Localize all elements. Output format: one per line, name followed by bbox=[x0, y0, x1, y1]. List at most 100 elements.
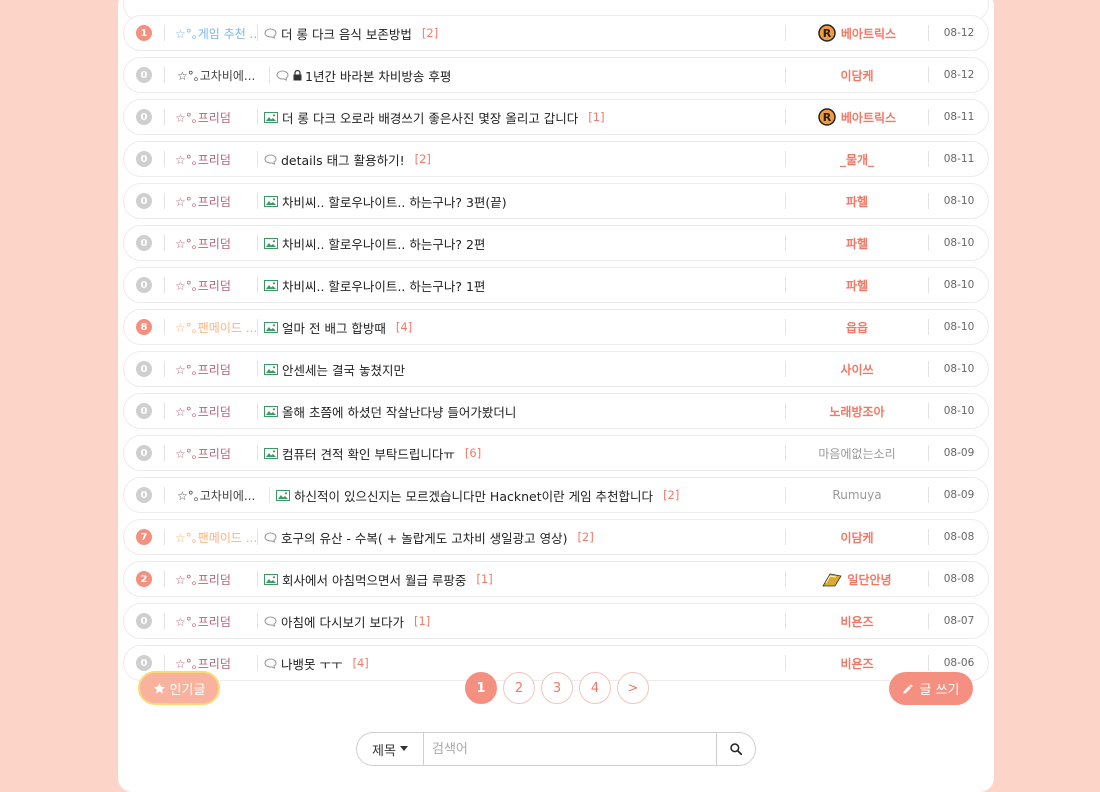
post-author[interactable]: 비욘즈 bbox=[786, 655, 928, 672]
post-author[interactable]: 사이쓰 bbox=[786, 361, 928, 378]
post-category[interactable]: ☆°｡프리덤 bbox=[175, 109, 257, 126]
divider bbox=[164, 151, 165, 167]
divider bbox=[164, 403, 165, 419]
divider bbox=[928, 571, 929, 587]
table-row[interactable]: 0 ☆°｡고차비에... 하신적이 있으신지는 모르겠습니다만 Hacknet이란 … bbox=[123, 477, 989, 513]
post-category[interactable]: ☆°｡프리덤 bbox=[175, 571, 257, 588]
page-button[interactable]: 2 bbox=[503, 672, 535, 704]
table-row[interactable]: 1 ☆°｡게임 추천 ... 더 롱 다크 음식 보존방법 [2] R 베아트릭스 08-1… bbox=[123, 15, 989, 51]
table-row[interactable]: 0 ☆°｡고차비에... 1년간 바라본 차비방송 후평 이담케 08-12 bbox=[123, 57, 989, 93]
post-author[interactable]: 이담케 bbox=[786, 67, 928, 84]
divider bbox=[257, 571, 258, 587]
popular-button[interactable]: 인기글 bbox=[138, 671, 220, 705]
post-author[interactable]: R 베아트릭스 bbox=[786, 108, 928, 126]
post-author[interactable]: 마음에없는소리 bbox=[786, 445, 928, 462]
divider bbox=[164, 361, 165, 377]
view-count-badge: 0 bbox=[136, 193, 152, 209]
post-author[interactable]: 노래방조아 bbox=[786, 403, 928, 420]
post-category[interactable]: ☆°｡팬메이드 ... bbox=[175, 529, 257, 546]
table-row[interactable]: 0 ☆°｡프리덤 차비씨.. 할로우나이트.. 하는구나? 3편(끝) 파헬 08-10 bbox=[123, 183, 989, 219]
page-button[interactable]: 1 bbox=[465, 672, 497, 704]
post-category[interactable]: ☆°｡프리덤 bbox=[175, 361, 257, 378]
post-title: 차비씨.. 할로우나이트.. 하는구나? 3편(끝) bbox=[282, 194, 507, 210]
page-button[interactable]: 4 bbox=[579, 672, 611, 704]
post-category[interactable]: ☆°｡프리덤 bbox=[175, 193, 257, 210]
post-date: 08-10 bbox=[943, 405, 975, 417]
post-title: 차비씨.. 할로우나이트.. 하는구나? 1편 bbox=[282, 278, 486, 294]
divider bbox=[928, 529, 929, 545]
author-name: 파헬 bbox=[845, 194, 869, 209]
view-count-badge: 1 bbox=[136, 25, 152, 41]
pencil-icon bbox=[903, 684, 913, 693]
post-category[interactable]: ☆°｡게임 추천 ... bbox=[175, 25, 257, 42]
author-name: 파헬 bbox=[845, 236, 869, 251]
post-date: 08-08 bbox=[943, 573, 975, 585]
table-row[interactable]: 7 ☆°｡팬메이드 ... 호구의 유산 - 수복( + 놀랍게도 고차비 생일광고… bbox=[123, 519, 989, 555]
search-field-select[interactable]: 제목 bbox=[357, 733, 424, 765]
post-author[interactable]: 파헬 bbox=[786, 235, 928, 252]
post-category[interactable]: ☆°｡프리덤 bbox=[175, 277, 257, 294]
level-badge-icon: R bbox=[818, 108, 836, 126]
post-author[interactable]: 이담케 bbox=[786, 529, 928, 546]
table-row[interactable]: 2 ☆°｡프리덤 회사에서 아침먹으면서 월급 루팡중 [1] 일단안녕 08-08 bbox=[123, 561, 989, 597]
next-page-button[interactable]: > bbox=[617, 672, 649, 704]
divider bbox=[928, 67, 929, 83]
table-row[interactable]: 8 ☆°｡팬메이드 ... 얼마 전 배그 합방때 [4] 읍읍 08-10 bbox=[123, 309, 989, 345]
table-row[interactable]: 0 ☆°｡프리덤 올해 초쯤에 하셨던 작살난다냥 들어가봤더니 노래방조아 08-10 bbox=[123, 393, 989, 429]
post-date: 08-10 bbox=[943, 363, 975, 375]
post-author[interactable]: 파헬 bbox=[786, 193, 928, 210]
divider bbox=[257, 445, 258, 461]
image-icon bbox=[264, 363, 278, 375]
post-author[interactable]: 읍읍 bbox=[786, 319, 928, 336]
author-name: 비욘즈 bbox=[840, 614, 874, 629]
post-author[interactable]: R 베아트릭스 bbox=[786, 24, 928, 42]
divider bbox=[928, 655, 929, 671]
divider bbox=[928, 445, 929, 461]
comment-count: [4] bbox=[352, 656, 369, 670]
search-input[interactable] bbox=[424, 733, 716, 765]
table-row[interactable]: 0 ☆°｡프리덤 안센세는 결국 놓쳤지만 사이쓰 08-10 bbox=[123, 351, 989, 387]
post-author[interactable]: 일단안녕 bbox=[786, 571, 928, 588]
post-title: 1년간 바라본 차비방송 후평 bbox=[305, 68, 452, 84]
post-date: 08-08 bbox=[943, 531, 975, 543]
comment-count: [2] bbox=[577, 530, 594, 544]
divider bbox=[928, 151, 929, 167]
post-category[interactable]: ☆°｡프리덤 bbox=[175, 655, 257, 672]
search-button[interactable] bbox=[716, 733, 755, 765]
post-author[interactable]: 비욘즈 bbox=[786, 613, 928, 630]
comment-count: [4] bbox=[395, 320, 413, 334]
comment-icon bbox=[264, 153, 277, 165]
post-category[interactable]: ☆°｡프리덤 bbox=[175, 613, 257, 630]
image-icon bbox=[264, 321, 278, 333]
post-date: 08-10 bbox=[943, 237, 975, 249]
post-category[interactable]: ☆°｡고차비에... bbox=[177, 67, 269, 84]
comment-icon bbox=[264, 657, 277, 669]
table-row[interactable]: 0 ☆°｡프리덤 컴퓨터 견적 확인 부탁드립니다ㅠ [6] 마음에없는소리 08-09 bbox=[123, 435, 989, 471]
post-category[interactable]: ☆°｡고차비에... bbox=[177, 487, 269, 504]
divider bbox=[257, 193, 258, 209]
divider bbox=[164, 109, 165, 125]
table-row[interactable]: 0 ☆°｡프리덤 차비씨.. 할로우나이트.. 하는구나? 2편 파헬 08-10 bbox=[123, 225, 989, 261]
table-row[interactable]: 0 ☆°｡프리덤 아침에 다시보기 보다가 [1] 비욘즈 08-07 bbox=[123, 603, 989, 639]
post-category[interactable]: ☆°｡프리덤 bbox=[175, 151, 257, 168]
table-row[interactable]: 0 ☆°｡프리덤 차비씨.. 할로우나이트.. 하는구나? 1편 파헬 08-10 bbox=[123, 267, 989, 303]
search-field-value: 제목 bbox=[372, 743, 396, 759]
view-count-badge: 0 bbox=[136, 445, 152, 461]
post-category[interactable]: ☆°｡팬메이드 ... bbox=[175, 319, 257, 336]
table-row[interactable]: 0 ☆°｡프리덤 details 태그 활용하기! [2] _물개_ 08-11 bbox=[123, 141, 989, 177]
page-button[interactable]: 3 bbox=[541, 672, 573, 704]
table-row[interactable]: 0 ☆°｡프리덤 더 롱 다크 오로라 배경쓰기 좋은사진 몇장 올리고 갑니다 [1… bbox=[123, 99, 989, 135]
post-title: 더 롱 다크 오로라 배경쓰기 좋은사진 몇장 올리고 갑니다 bbox=[282, 110, 579, 126]
post-date: 08-09 bbox=[943, 447, 975, 459]
divider bbox=[257, 361, 258, 377]
post-category[interactable]: ☆°｡프리덤 bbox=[175, 445, 257, 462]
post-category[interactable]: ☆°｡프리덤 bbox=[175, 403, 257, 420]
view-count-badge: 0 bbox=[136, 655, 152, 671]
post-author[interactable]: 파헬 bbox=[786, 277, 928, 294]
divider bbox=[164, 235, 165, 251]
post-date: 08-10 bbox=[943, 279, 975, 291]
post-author[interactable]: Rumuya bbox=[786, 488, 928, 502]
post-author[interactable]: _물개_ bbox=[786, 151, 928, 168]
post-category[interactable]: ☆°｡프리덤 bbox=[175, 235, 257, 252]
write-post-button[interactable]: 글 쓰기 bbox=[889, 672, 973, 705]
